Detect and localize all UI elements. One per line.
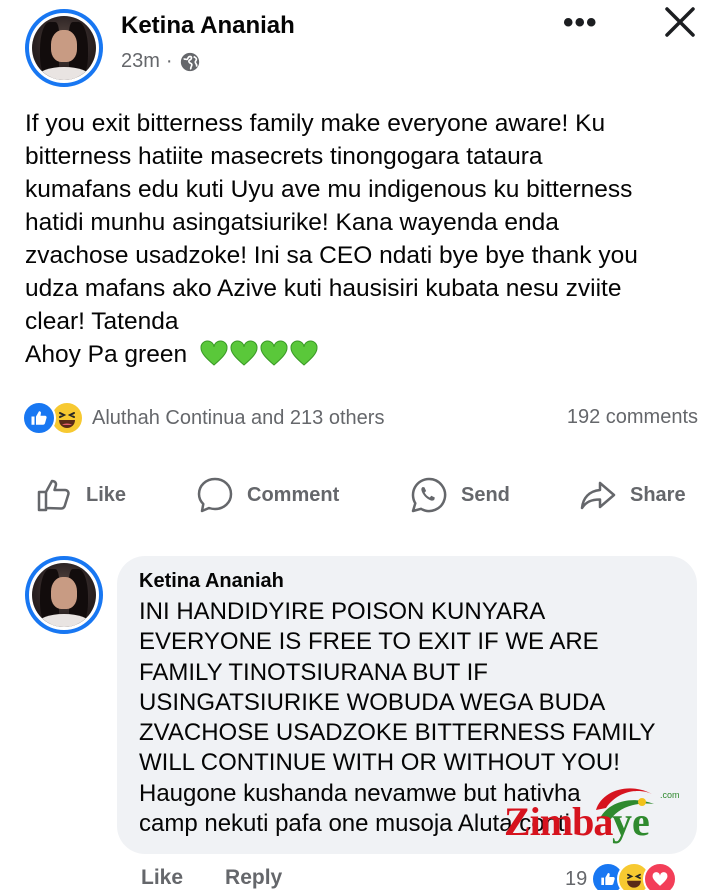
comment-reactions[interactable]: 19 — [565, 862, 678, 890]
green-heart-icon — [290, 340, 318, 366]
green-heart-icon — [260, 340, 288, 366]
like-reaction-icon — [22, 401, 56, 435]
comment-author-name[interactable]: Ketina Ananiah — [139, 570, 675, 593]
comment-author-avatar[interactable] — [25, 556, 103, 634]
whatsapp-send-icon — [411, 477, 447, 513]
comment-footer: Like Reply — [141, 866, 282, 890]
send-button[interactable]: Send — [409, 470, 510, 520]
watermark-logo: Zimba ye .com — [500, 780, 700, 850]
reactions-text[interactable]: Aluthah Continua and 213 others — [92, 407, 384, 430]
watermark-text-1: Zimba — [504, 799, 613, 844]
comment-line: INI HANDIDYIRE POISON KUNYARA — [139, 598, 546, 625]
comment-button[interactable]: Comment — [195, 470, 339, 520]
share-button-label: Share — [630, 483, 686, 506]
comment-line: ZVACHOSE USADZOKE BITTERNESS FAMILY — [139, 719, 656, 747]
comment-reaction-count: 19 — [565, 867, 588, 890]
globe-icon — [180, 52, 199, 71]
post-time[interactable]: 23m — [121, 50, 160, 73]
comment-reply-button[interactable]: Reply — [225, 866, 282, 890]
like-button[interactable]: Like — [34, 470, 126, 520]
share-button[interactable]: Share — [578, 470, 686, 520]
post-author-name[interactable]: Ketina Ananiah — [121, 12, 295, 40]
meta-separator: · — [165, 50, 173, 72]
comment-icon — [197, 477, 233, 513]
comment-button-label: Comment — [247, 483, 340, 506]
post-line: udza mafans ako Azive kuti hausisiri kub… — [25, 275, 622, 302]
comment-line: EVERYONE IS FREE TO EXIT IF WE ARE — [139, 628, 599, 656]
send-button-label: Send — [461, 483, 510, 506]
comments-count[interactable]: 192 comments — [567, 406, 698, 429]
share-icon — [580, 481, 616, 510]
close-icon[interactable] — [660, 2, 700, 42]
post-last-line-text: Ahoy Pa green — [25, 341, 188, 368]
watermark-text-2: ye — [612, 799, 650, 844]
green-heart-icon — [200, 340, 228, 366]
love-reaction-icon — [643, 862, 678, 890]
like-button-label: Like — [86, 483, 127, 506]
reactions-summary[interactable]: Aluthah Continua and 213 others — [22, 401, 384, 435]
post-line: zvachose usadzoke! Ini sa CEO ndati bye … — [25, 242, 638, 269]
green-heart-icon — [230, 340, 258, 366]
comment-line: USINGATSIURIKE WOBUDA WEGA BUDA — [139, 688, 606, 716]
post-line: kumafans edu kuti Uyu ave mu indigenous … — [25, 176, 633, 203]
post-text: If you exit bitterness family make every… — [25, 107, 705, 371]
post-last-line: Ahoy Pa green — [25, 338, 705, 371]
post-action-bar: Like Comment Send Share — [0, 470, 720, 520]
more-icon[interactable]: ••• — [563, 6, 598, 40]
post-author-avatar[interactable] — [25, 9, 103, 87]
comment-line: WILL CONTINUE WITH OR WITHOUT YOU! — [139, 749, 620, 777]
post-line: If you exit bitterness family make every… — [25, 110, 606, 137]
post-line: clear! Tatenda — [25, 308, 179, 335]
post-line: hatidi munhu asingatsiurike! Kana wayend… — [25, 209, 559, 236]
watermark-suffix: .com — [660, 790, 680, 800]
comment-like-button[interactable]: Like — [141, 866, 183, 890]
thumbs-up-icon — [37, 479, 70, 512]
comment-line: FAMILY TINOTSIURANA BUT IF — [139, 658, 488, 686]
post-meta: 23m · — [121, 50, 201, 73]
post-line: bitterness hatiite masecrets tinongogara… — [25, 143, 543, 170]
green-hearts — [200, 340, 318, 366]
